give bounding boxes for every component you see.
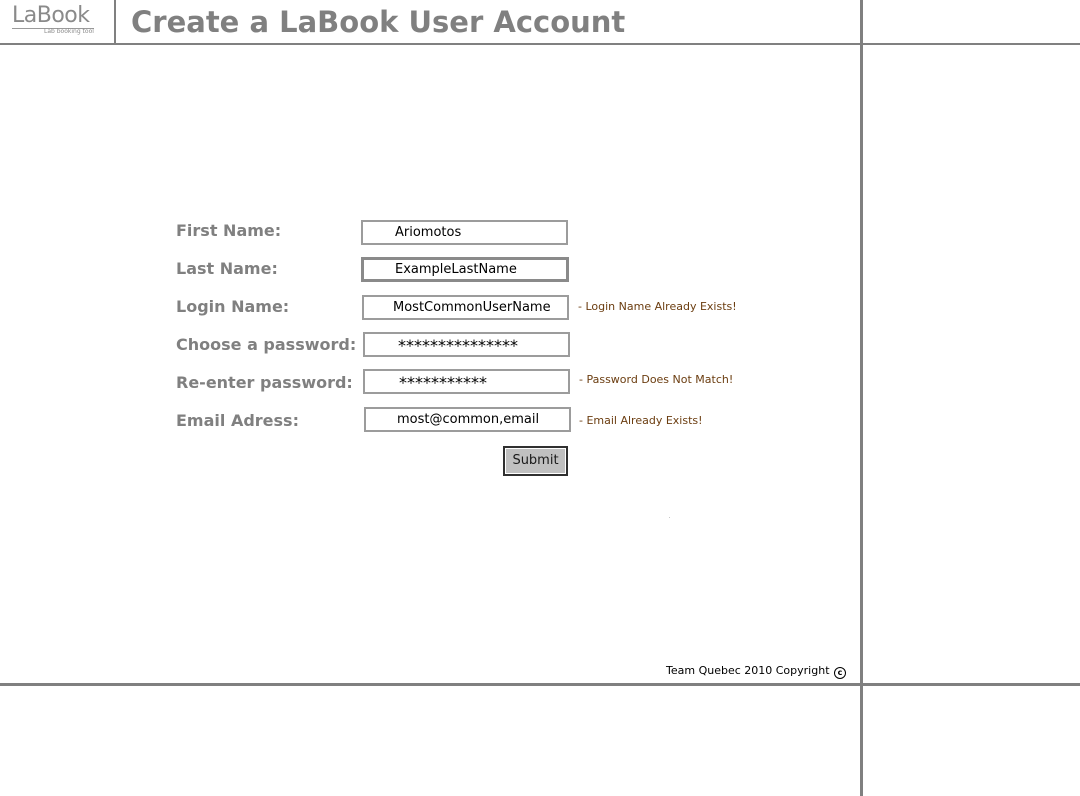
footer-rule [0,683,1080,686]
copyright-text: Team Quebec 2010 Copyright [666,664,830,677]
first-name-field[interactable]: Ariomotos [361,220,568,245]
page: LaBook Lab booking tool Create a LaBook … [0,0,1080,796]
last-name-field[interactable]: ExampleLastName [361,257,569,282]
first-name-label: First Name: [176,221,282,240]
password-field[interactable]: *************** [363,332,570,357]
email-label: Email Adress: [176,411,299,430]
login-name-field[interactable]: MostCommonUserName [362,295,569,320]
password-confirm-error: - Password Does Not Match! [579,373,734,386]
copyright-icon: c [834,667,847,679]
stray-dot [669,517,670,518]
logo-text: LaBook [12,3,90,28]
password-label: Choose a password: [176,335,357,354]
password-confirm-label: Re-enter password: [176,373,353,392]
login-name-error: - Login Name Already Exists! [578,300,737,313]
submit-button[interactable]: Submit [503,446,568,476]
copyright-footer: Team Quebec 2010 Copyright c [666,663,847,679]
last-name-label: Last Name: [176,259,278,278]
header-divider [114,0,116,43]
header-rule [0,43,1080,45]
labook-logo[interactable]: LaBook Lab booking tool [10,3,106,39]
email-error: - Email Already Exists! [579,414,703,427]
page-title: Create a LaBook User Account [131,5,626,39]
login-name-label: Login Name: [176,297,290,316]
password-confirm-field[interactable]: *********** [363,369,570,394]
logo-tagline: Lab booking tool [44,28,94,35]
right-column-rule [860,0,863,796]
email-field[interactable]: most@common,email [364,407,571,432]
